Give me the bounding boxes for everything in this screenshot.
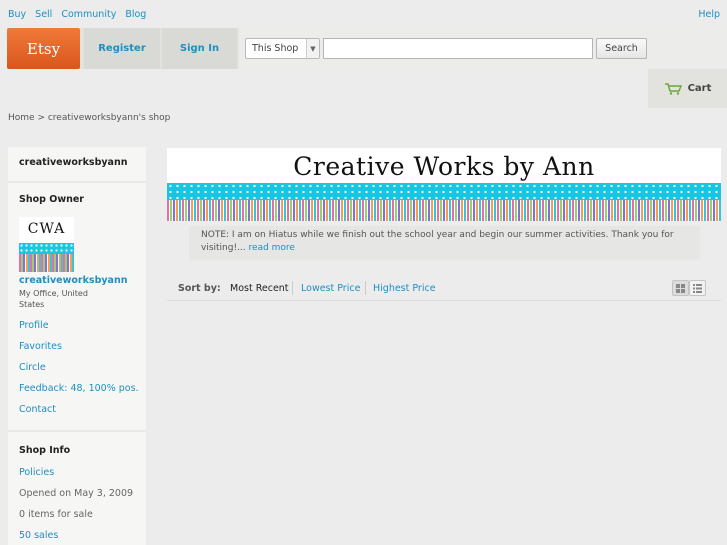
breadcrumb[interactable]: Home > creativeworksbyann's shop	[8, 113, 170, 123]
shop-owner-name[interactable]: creativeworksbyann	[19, 275, 128, 286]
search-button[interactable]: Search	[596, 38, 647, 59]
separator	[292, 281, 293, 295]
shop-banner: Creative Works by Ann	[167, 148, 721, 221]
read-more-link[interactable]: read more	[249, 243, 295, 253]
search-scope-value: This Shop	[252, 43, 299, 54]
sign-in-button[interactable]: Sign In	[162, 28, 237, 69]
sort-label: Sort by:	[178, 283, 221, 294]
avatar-stripes	[19, 254, 74, 272]
policies-link[interactable]: Policies	[19, 467, 54, 478]
avatar-dots	[19, 243, 74, 254]
circle-link[interactable]: Circle	[19, 362, 46, 373]
banner-title: Creative Works by Ann	[293, 152, 595, 181]
profile-link[interactable]: Profile	[19, 320, 49, 331]
list-icon	[693, 284, 702, 293]
search-area: This Shop ▼ Search	[239, 28, 727, 69]
chevron-down-icon[interactable]: ▼	[306, 39, 319, 58]
sort-lowest-price[interactable]: Lowest Price	[301, 283, 360, 294]
register-button[interactable]: Register	[84, 28, 160, 69]
site-header: Etsy Register Sign In This Shop ▼ Search	[7, 28, 727, 69]
shop-name: creativeworksbyann	[19, 157, 128, 168]
grid-view-button[interactable]	[672, 280, 689, 296]
contact-link[interactable]: Contact	[19, 404, 56, 415]
favorites-link[interactable]: Favorites	[19, 341, 62, 352]
sell-link[interactable]: Sell	[35, 9, 52, 20]
grid-icon	[676, 284, 685, 293]
shop-owner-heading: Shop Owner	[19, 194, 84, 205]
search-scope-select[interactable]: This Shop ▼	[245, 38, 320, 59]
buy-link[interactable]: Buy	[8, 9, 26, 20]
cart-button[interactable]: Cart	[648, 69, 727, 108]
divider	[8, 430, 146, 432]
blog-link[interactable]: Blog	[125, 9, 146, 20]
divider	[8, 181, 146, 183]
help-link[interactable]: Help	[698, 9, 720, 20]
shop-owner-location: My Office, United States	[19, 289, 88, 309]
feedback-link[interactable]: Feedback: 48, 100% pos.	[19, 383, 139, 394]
shop-sidebar: creativeworksbyann Shop Owner CWA creati…	[8, 147, 146, 545]
shop-info-heading: Shop Info	[19, 445, 71, 456]
community-link[interactable]: Community	[61, 9, 116, 20]
shop-owner-avatar[interactable]: CWA	[19, 217, 74, 272]
banner-dots	[167, 183, 721, 200]
sort-most-recent[interactable]: Most Recent	[230, 283, 289, 294]
separator	[365, 281, 366, 295]
cart-icon	[664, 82, 682, 95]
items-for-sale: 0 items for sale	[19, 509, 93, 520]
avatar-text: CWA	[27, 221, 66, 237]
shop-announcement: NOTE: I am on Hiatus while we finish out…	[189, 226, 700, 260]
top-nav: Buy Sell Community Blog	[8, 9, 146, 20]
opened-date: Opened on May 3, 2009	[19, 488, 134, 499]
cart-label: Cart	[687, 83, 712, 94]
banner-stripes	[167, 200, 721, 221]
sales-link[interactable]: 50 sales	[19, 530, 58, 541]
search-input[interactable]	[323, 38, 593, 59]
etsy-logo[interactable]: Etsy	[7, 28, 80, 69]
sort-highest-price[interactable]: Highest Price	[373, 283, 436, 294]
list-view-button[interactable]	[689, 280, 706, 296]
sort-bar: Sort by: Most Recent Lowest Price Highes…	[167, 276, 721, 301]
